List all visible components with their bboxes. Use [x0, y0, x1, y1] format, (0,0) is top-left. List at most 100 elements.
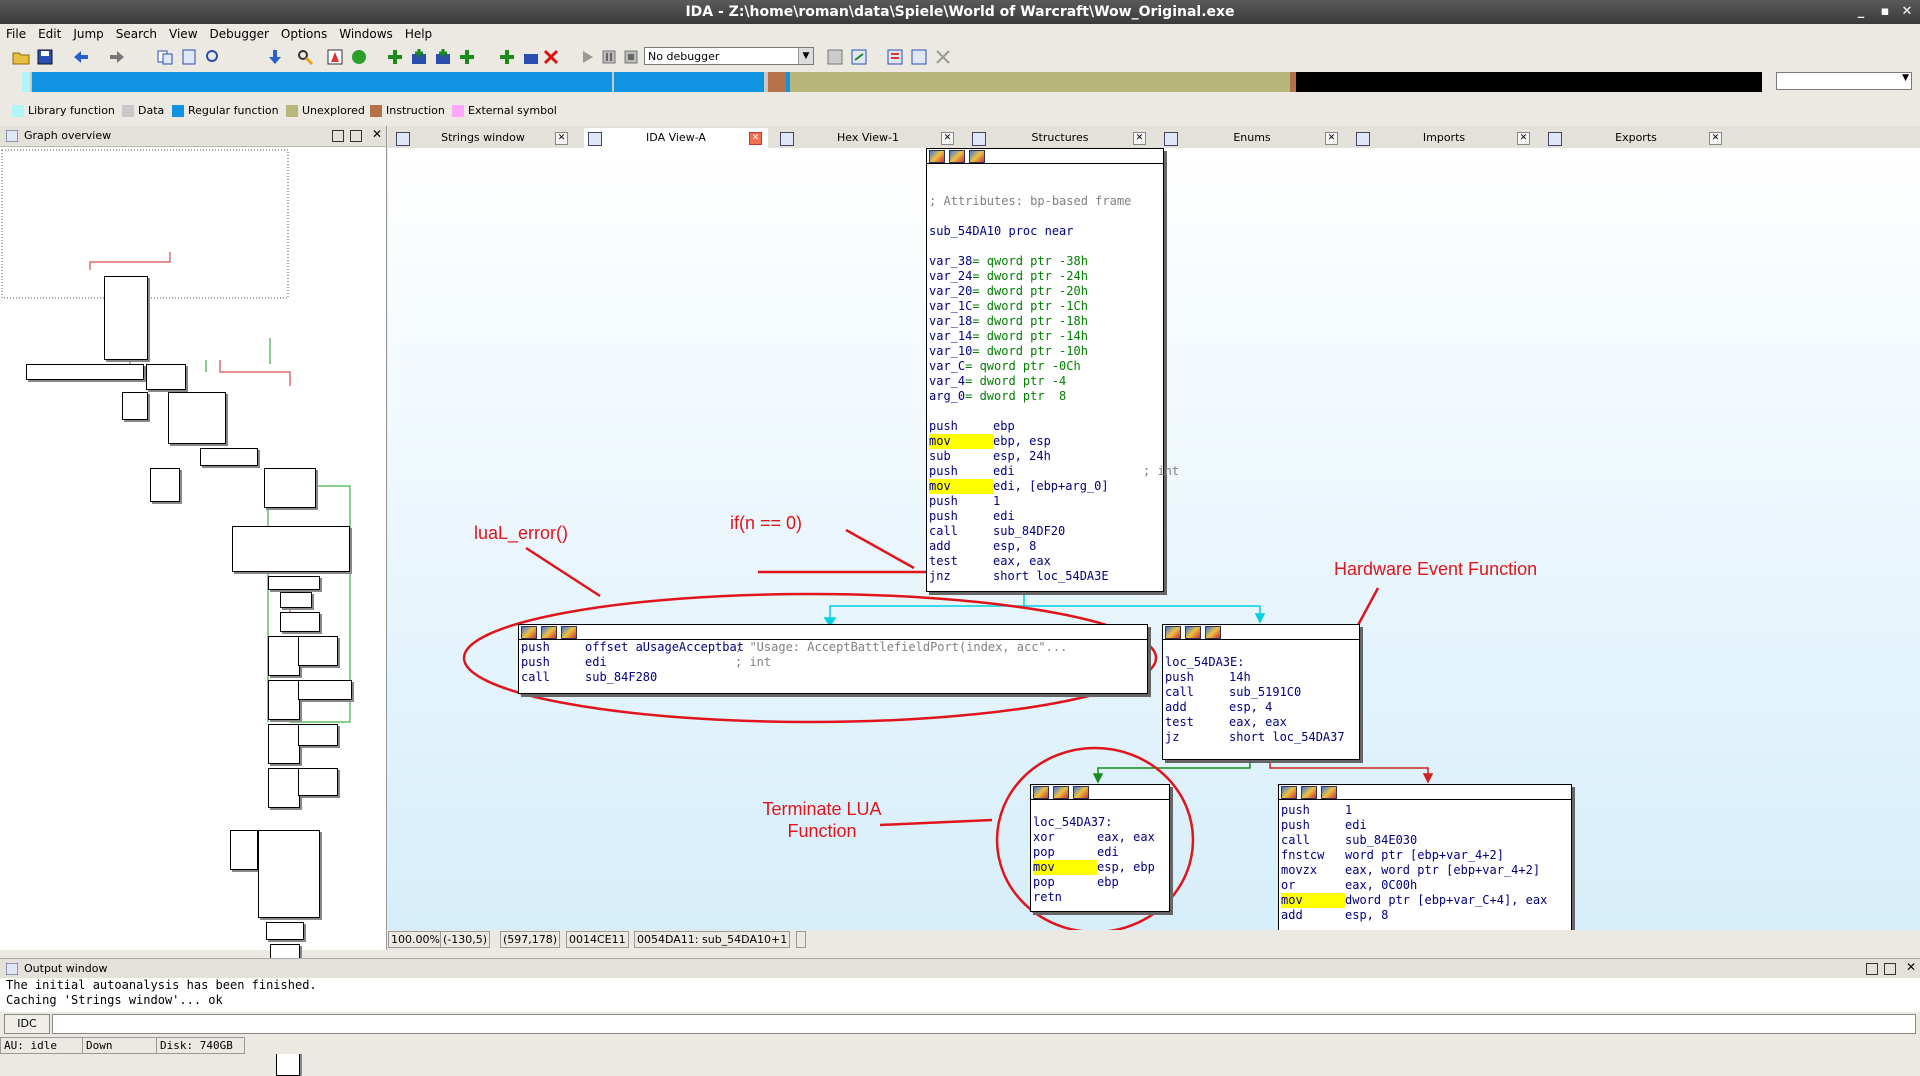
attach-icon[interactable]: [850, 48, 868, 66]
graph-icon[interactable]: [1053, 786, 1069, 799]
jump-down-icon[interactable]: [266, 48, 284, 66]
add-struct-icon[interactable]: [434, 48, 452, 66]
add-xref-icon[interactable]: [458, 48, 476, 66]
tab-exports[interactable]: Exports ✕: [1544, 128, 1728, 148]
overview-node: [26, 364, 144, 380]
delete-icon[interactable]: [542, 48, 560, 66]
mnemonic: xor: [1033, 830, 1055, 844]
minimize-icon[interactable]: _: [1850, 0, 1872, 24]
navigation-segment[interactable]: [22, 72, 30, 92]
collapse-icon[interactable]: [969, 150, 985, 163]
tab-enums[interactable]: Enums ✕: [1160, 128, 1344, 148]
maximize-icon[interactable]: ▪: [1874, 0, 1896, 24]
navigation-segment[interactable]: [614, 72, 764, 92]
navigation-segment[interactable]: [1296, 72, 1762, 92]
close-tab-icon[interactable]: ✕: [555, 132, 568, 145]
ida-graph-view[interactable]: ; Attributes: bp-based frame sub_54DA10 …: [388, 148, 1920, 930]
node-header: [1031, 785, 1169, 800]
forward-icon[interactable]: [108, 48, 126, 66]
menu-file[interactable]: File: [0, 24, 32, 44]
close-tab-icon[interactable]: ✕: [749, 132, 762, 145]
navigation-segment[interactable]: [32, 72, 612, 92]
tab-strings-window[interactable]: Strings window ✕: [392, 128, 574, 148]
breakpoints-icon[interactable]: [886, 48, 904, 66]
menu-jump[interactable]: Jump: [67, 24, 109, 44]
navigation-segment[interactable]: [790, 72, 1290, 92]
stop-icon[interactable]: [622, 48, 640, 66]
collapse-icon[interactable]: [1205, 626, 1221, 639]
tab-hex-view-1[interactable]: Hex View-1 ✕: [776, 128, 960, 148]
graph-icon[interactable]: [1301, 786, 1317, 799]
rename-icon[interactable]: [522, 48, 540, 66]
color-icon[interactable]: [1281, 786, 1297, 799]
add-function-icon[interactable]: [410, 48, 428, 66]
navigation-segment[interactable]: [768, 72, 786, 92]
command-input[interactable]: [52, 1014, 1916, 1034]
tab-structures[interactable]: Structures ✕: [968, 128, 1152, 148]
output-window[interactable]: The initial autoanalysis has been finish…: [0, 978, 1920, 1012]
menu-options[interactable]: Options: [275, 24, 333, 44]
node-loc-54da3e[interactable]: loc_54DA3E: push 14h call sub_5191C0 add esp,…: [1162, 624, 1360, 760]
idc-button[interactable]: IDC: [4, 1014, 50, 1034]
search-icon[interactable]: [296, 48, 314, 66]
trace-icon[interactable]: [910, 48, 928, 66]
close-panel-icon[interactable]: ✕: [1906, 961, 1916, 973]
find-icon[interactable]: [204, 48, 222, 66]
restore-panel-icon[interactable]: [1884, 963, 1896, 975]
menu-debugger[interactable]: Debugger: [204, 24, 275, 44]
color-icon[interactable]: [1165, 626, 1181, 639]
paste-icon[interactable]: [180, 48, 198, 66]
debugger-select[interactable]: No debugger ▼: [644, 47, 814, 65]
tab-ida-view-a[interactable]: IDA View-A ✕: [584, 128, 768, 148]
node-continuation[interactable]: push 1 push edi call sub_84E030 fnstcw word ptr…: [1278, 784, 1572, 930]
mnemonic: sub: [929, 449, 951, 463]
save-icon[interactable]: [36, 48, 54, 66]
tab-imports[interactable]: Imports ✕: [1352, 128, 1536, 148]
graph-icon[interactable]: [1185, 626, 1201, 639]
node-lual-error[interactable]: push offset aUsageAcceptbat; "Usage: Acce…: [518, 624, 1148, 694]
close-tab-icon[interactable]: ✕: [1709, 132, 1722, 145]
code-line: push edi ; int: [927, 464, 1179, 479]
collapse-icon[interactable]: [561, 626, 577, 639]
color-icon[interactable]: [521, 626, 537, 639]
menu-windows[interactable]: Windows: [333, 24, 399, 44]
annotation-line: Function: [787, 821, 857, 841]
open-icon[interactable]: [12, 48, 30, 66]
add-segment-icon[interactable]: [386, 48, 404, 66]
collapse-icon[interactable]: [1073, 786, 1089, 799]
graph-icon[interactable]: [949, 150, 965, 163]
play-icon[interactable]: [578, 48, 596, 66]
pause-icon[interactable]: [600, 48, 618, 66]
debug-options-icon[interactable]: [826, 48, 844, 66]
graph-overview-icon: [6, 130, 18, 142]
add-enum-icon[interactable]: [498, 48, 516, 66]
node-sub-54da10[interactable]: ; Attributes: bp-based frame sub_54DA10 …: [926, 148, 1179, 592]
collapse-icon[interactable]: [1321, 786, 1337, 799]
back-icon[interactable]: [72, 48, 90, 66]
restore-panel-icon[interactable]: [350, 130, 362, 142]
close-tab-icon[interactable]: ✕: [1133, 132, 1146, 145]
menu-view[interactable]: View: [163, 24, 203, 44]
close-panel-icon[interactable]: ✕: [372, 128, 382, 140]
menu-search[interactable]: Search: [110, 24, 163, 44]
code-line: add esp, 8: [1279, 908, 1571, 923]
navigation-combo[interactable]: ▼: [1776, 72, 1912, 90]
color-icon[interactable]: [929, 150, 945, 163]
tools-icon[interactable]: [934, 48, 952, 66]
navigation-bar[interactable]: [22, 72, 1762, 92]
graph-icon[interactable]: [326, 48, 344, 66]
run-icon[interactable]: [350, 48, 368, 66]
menu-edit[interactable]: Edit: [32, 24, 67, 44]
graph-icon[interactable]: [541, 626, 557, 639]
float-panel-icon[interactable]: [1866, 963, 1878, 975]
close-tab-icon[interactable]: ✕: [941, 132, 954, 145]
close-icon[interactable]: ✕: [1896, 0, 1918, 24]
close-tab-icon[interactable]: ✕: [1517, 132, 1530, 145]
menu-help[interactable]: Help: [399, 24, 438, 44]
float-panel-icon[interactable]: [332, 130, 344, 142]
node-loc-54da37[interactable]: loc_54DA37: xor eax, eax pop edi mov esp, ebp…: [1030, 784, 1170, 912]
color-icon[interactable]: [1033, 786, 1049, 799]
copy-icon[interactable]: [156, 48, 174, 66]
mnemonic: jnz: [929, 569, 951, 583]
close-tab-icon[interactable]: ✕: [1325, 132, 1338, 145]
